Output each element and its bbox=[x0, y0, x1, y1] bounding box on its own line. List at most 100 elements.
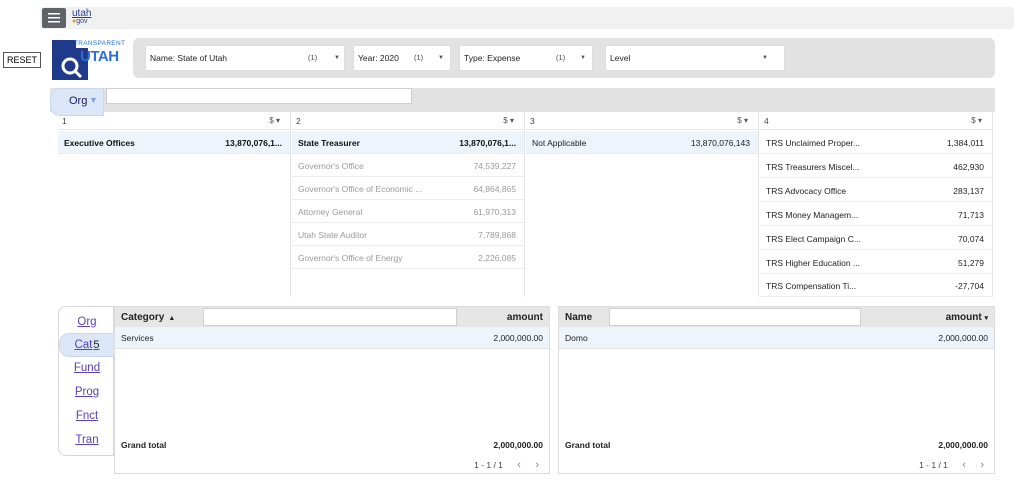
list-item[interactable]: Not Applicable 13,870,076,143 bbox=[526, 131, 758, 154]
chevron-down-icon: ▼ bbox=[580, 55, 586, 61]
amount-sort-button[interactable]: amount ▾ bbox=[946, 312, 988, 323]
tab-prog[interactable]: Prog bbox=[59, 381, 115, 405]
item-value: 13,870,076,143 bbox=[690, 138, 750, 148]
filter-icon[interactable]: ▼ bbox=[89, 95, 98, 105]
item-name: Executive Offices bbox=[64, 138, 135, 148]
chevron-right-icon[interactable]: › bbox=[980, 459, 984, 471]
hamburger-icon bbox=[48, 13, 60, 23]
column-number: 3 bbox=[530, 116, 535, 126]
list-item[interactable]: TRS Elect Campaign C... 70,074 bbox=[760, 227, 992, 250]
org-column-4: 4 $ ▾ TRS Unclaimed Proper... 1,384,011 … bbox=[760, 112, 993, 297]
item-name: State Treasurer bbox=[298, 138, 360, 148]
pagination: 1 - 1 / 1 ‹ › bbox=[462, 459, 539, 471]
tab-org-dimension[interactable]: Org bbox=[59, 311, 115, 335]
item-name: TRS Higher Education ... bbox=[766, 258, 861, 268]
chevron-down-icon: ▼ bbox=[438, 55, 444, 61]
item-value: 61,970,313 bbox=[473, 207, 516, 217]
table-header: Name amount ▾ bbox=[559, 307, 994, 327]
currency-sort-button[interactable]: $ ▾ bbox=[971, 116, 982, 125]
table-row[interactable]: Services 2,000,000.00 bbox=[115, 327, 549, 349]
tab-fnct[interactable]: Fnct bbox=[59, 405, 115, 429]
chevron-left-icon[interactable]: ‹ bbox=[517, 459, 521, 471]
column-number: 1 bbox=[62, 116, 67, 126]
category-search-input[interactable] bbox=[203, 308, 457, 326]
item-name: Attorney General bbox=[298, 207, 363, 217]
list-item[interactable]: Utah State Auditor 7,789,868 bbox=[292, 223, 524, 246]
item-name: Governor's Office of Economic ... bbox=[298, 184, 423, 194]
column-header: 4 $ ▾ bbox=[760, 112, 992, 130]
column-header: 2 $ ▾ bbox=[292, 112, 524, 130]
item-name: Governor's Office of Energy bbox=[298, 253, 403, 263]
tab-tran[interactable]: Tran bbox=[59, 429, 115, 453]
list-item[interactable]: TRS Advocacy Office 283,137 bbox=[760, 179, 992, 202]
name-search-input[interactable] bbox=[609, 308, 861, 326]
item-value: 1,384,011 bbox=[946, 138, 984, 148]
item-value: 7,789,868 bbox=[478, 230, 516, 240]
item-name: TRS Compensation Ti... bbox=[766, 281, 857, 291]
tab-cat[interactable]: Cat5 bbox=[59, 333, 115, 357]
name-table: Name amount ▾ Domo 2,000,000.00 Grand to… bbox=[558, 306, 995, 474]
item-name: TRS Unclaimed Proper... bbox=[766, 138, 861, 148]
name-filter[interactable]: Name: State of Utah (1) ▼ bbox=[145, 45, 345, 71]
list-item[interactable]: Executive Offices 13,870,076,1... bbox=[58, 131, 290, 154]
item-value: 2,226,085 bbox=[478, 253, 516, 263]
list-item[interactable]: TRS Unclaimed Proper... 1,384,011 bbox=[760, 131, 992, 154]
org-tab-bar: Org ▼ bbox=[50, 88, 995, 116]
currency-sort-button[interactable]: $ ▾ bbox=[269, 116, 280, 125]
filter-count: (1) bbox=[556, 53, 566, 62]
utah-gov-logo-bottom: ●gov bbox=[72, 18, 88, 25]
menu-button[interactable] bbox=[42, 8, 66, 28]
level-filter[interactable]: Level ▼ bbox=[605, 45, 785, 71]
grand-total-label: Grand total bbox=[565, 440, 611, 450]
column-number: 4 bbox=[764, 116, 769, 126]
chevron-left-icon[interactable]: ‹ bbox=[962, 459, 966, 471]
filter-key: Type bbox=[464, 53, 483, 63]
item-value: 51,279 bbox=[958, 258, 984, 268]
filter-count: (1) bbox=[414, 53, 424, 62]
org-column-3: 3 $ ▾ Not Applicable 13,870,076,143 bbox=[526, 112, 759, 297]
list-item[interactable]: Governor's Office of Economic ... 64,864… bbox=[292, 177, 524, 200]
tab-cat-label: Cat bbox=[74, 339, 93, 351]
currency-sort-button[interactable]: $ ▾ bbox=[737, 116, 748, 125]
chevron-right-icon[interactable]: › bbox=[535, 459, 539, 471]
list-item[interactable]: State Treasurer 13,870,076,1... bbox=[292, 131, 524, 154]
list-item[interactable]: Attorney General 61,970,313 bbox=[292, 200, 524, 223]
list-item[interactable]: TRS Treasurers Miscel... 462,930 bbox=[760, 155, 992, 178]
table-row[interactable]: Domo 2,000,000.00 bbox=[559, 327, 994, 349]
list-item[interactable]: Governor's Office of Energy 2,226,085 bbox=[292, 246, 524, 269]
type-filter[interactable]: Type: Expense (1) ▼ bbox=[459, 45, 593, 71]
item-value: 283,137 bbox=[953, 186, 984, 196]
org-search-input[interactable] bbox=[106, 88, 412, 104]
year-filter[interactable]: Year: 2020 (1) ▼ bbox=[353, 45, 451, 71]
amount-sort-button[interactable]: amount bbox=[507, 312, 543, 323]
column-number: 2 bbox=[296, 116, 301, 126]
list-item[interactable]: Governor's Office 74,539,227 bbox=[292, 154, 524, 177]
list-item[interactable]: TRS Higher Education ... 51,279 bbox=[760, 251, 992, 274]
category-sort-button[interactable]: Category ▲ bbox=[121, 312, 175, 323]
item-value: 462,930 bbox=[953, 162, 984, 172]
filter-key: Year bbox=[358, 53, 376, 63]
list-item[interactable]: TRS Money Managem... 71,713 bbox=[760, 203, 992, 226]
currency-sort-button[interactable]: $ ▾ bbox=[503, 116, 514, 125]
grand-total-value: 2,000,000.00 bbox=[938, 440, 988, 450]
tab-count-badge: 5 bbox=[93, 339, 100, 351]
name-sort-button[interactable]: Name bbox=[565, 312, 592, 323]
item-name: Governor's Office bbox=[298, 161, 364, 171]
reset-button[interactable]: RESET bbox=[3, 52, 41, 68]
transparent-utah-logo: TRANSPARENT UTAH bbox=[48, 38, 130, 82]
list-item[interactable]: TRS Compensation Ti... -27,704 bbox=[760, 274, 992, 297]
grand-total-row: Grand total 2,000,000.00 bbox=[115, 439, 549, 453]
utah-gov-logo[interactable]: utah ●gov bbox=[72, 8, 94, 27]
cell-name: Domo bbox=[565, 333, 588, 343]
brand-top: TRANSPARENT bbox=[74, 40, 126, 47]
item-value: -27,704 bbox=[955, 281, 984, 291]
item-name: TRS Elect Campaign C... bbox=[766, 234, 861, 244]
cell-category: Services bbox=[121, 333, 154, 343]
tab-fund[interactable]: Fund bbox=[59, 357, 115, 381]
item-value: 64,864,865 bbox=[473, 184, 516, 194]
item-name: Not Applicable bbox=[532, 138, 587, 148]
filter-count: (1) bbox=[308, 53, 318, 62]
filter-key: Level bbox=[610, 53, 631, 63]
category-table: Category ▲ amount Services 2,000,000.00 G… bbox=[114, 306, 550, 474]
org-column-1: 1 $ ▾ Executive Offices 13,870,076,1... bbox=[58, 112, 291, 297]
